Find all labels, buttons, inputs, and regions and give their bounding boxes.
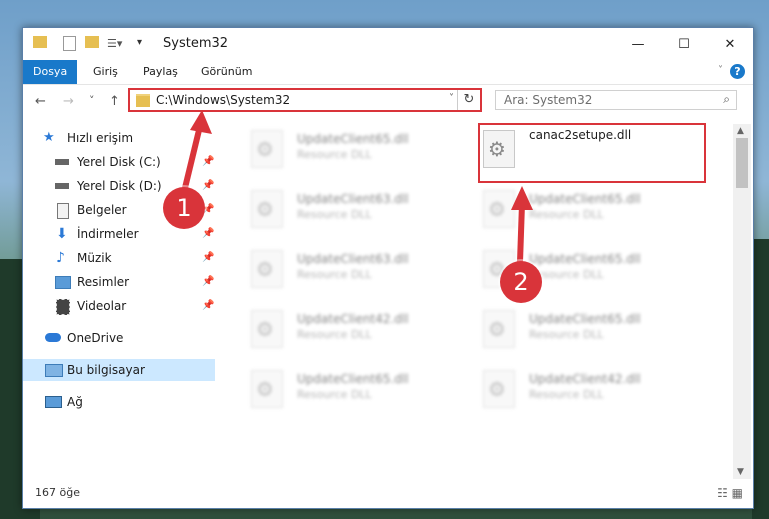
videos-icon [56,299,70,315]
sidebar-item-music[interactable]: ♪ Müzik 📌 [23,247,215,269]
status-bar: 167 öğe ☷ ▦ [23,480,753,506]
pin-icon[interactable]: 📌 [202,175,214,197]
star-icon: ★ [43,130,55,145]
dll-file-icon: ⚙ [483,190,515,228]
scrollbar-thumb[interactable] [736,138,748,188]
title-bar: ☰▾ ▾ System32 — ☐ ✕ [23,28,753,60]
cloud-icon [45,333,61,342]
help-icon[interactable]: ? [730,64,745,79]
documents-icon [57,203,69,219]
file-item[interactable]: ⚙ UpdateClient42.dll Resource DLL [469,366,699,414]
navigation-bar: ← → ˅ ↑ C:\Windows\System32 ˅ ↻ Ara: Sys… [23,85,753,117]
search-icon[interactable]: ⌕ [723,92,730,107]
ribbon-tabs: Dosya Giriş Paylaş Görünüm ˅ ? [23,60,753,85]
new-folder-icon[interactable] [85,36,99,48]
pin-icon[interactable]: 📌 [202,223,214,245]
window-title: System32 [163,36,229,51]
ribbon-expand-icon[interactable]: ˅ [718,65,723,76]
back-icon[interactable]: ← [35,94,46,109]
dll-file-icon: ⚙ [251,250,283,288]
folder-icon[interactable] [33,36,47,48]
dll-file-icon: ⚙ [483,370,515,408]
dll-file-icon: ⚙ [251,310,283,348]
tab-view[interactable]: Görünüm [191,60,262,84]
up-icon[interactable]: ↑ [109,94,120,109]
gear-icon: ⚙ [256,137,274,161]
scroll-down-icon[interactable]: ▼ [737,467,744,477]
properties-icon[interactable] [63,36,76,51]
scroll-up-icon[interactable]: ▲ [737,126,744,136]
item-count: 167 öğe [35,486,80,499]
chevron-down-icon[interactable]: ˅ [449,93,454,104]
address-bar[interactable]: C:\Windows\System32 ˅ ↻ [128,88,482,112]
dll-file-icon: ⚙ [251,130,283,168]
file-item[interactable]: ⚙ UpdateClient63.dll Resource DLL [237,186,467,234]
gear-icon: ⚙ [256,257,274,281]
vertical-scrollbar[interactable]: ▲ ▼ [733,124,751,479]
recent-locations-icon[interactable]: ˅ [89,94,95,107]
gear-icon: ⚙ [256,197,274,221]
explorer-window: ☰▾ ▾ System32 — ☐ ✕ Dosya Giriş Paylaş G… [22,27,754,509]
refresh-icon[interactable]: ↻ [457,90,480,110]
sidebar-item-network[interactable]: Ağ [23,391,215,413]
sidebar-item-pictures[interactable]: Resimler 📌 [23,271,215,293]
computer-icon [45,364,63,377]
network-icon [45,396,62,408]
highlight-file-box [478,123,706,183]
dll-file-icon: ⚙ [251,370,283,408]
dll-file-icon: ⚙ [251,190,283,228]
tab-home[interactable]: Giriş [83,60,128,84]
navigation-pane: ★ Hızlı erişim Yerel Disk (C:) 📌 Yerel D… [23,124,215,474]
dll-file-icon: ⚙ [483,310,515,348]
step-1-marker: 1 [163,187,205,229]
forward-icon[interactable]: → [63,94,74,109]
background-tree-right [752,239,769,519]
tab-file[interactable]: Dosya [23,60,78,84]
gear-icon: ⚙ [488,377,506,401]
file-item[interactable]: ⚙ UpdateClient65.dll Resource DLL [469,186,699,234]
gear-icon: ⚙ [488,197,506,221]
search-placeholder: Ara: System32 [504,93,593,107]
drive-icon [55,183,69,189]
gear-icon: ⚙ [256,377,274,401]
pictures-icon [55,276,71,289]
file-item[interactable]: ⚙ UpdateClient63.dll Resource DLL [237,246,467,294]
pin-icon[interactable]: 📌 [202,247,214,269]
minimize-button[interactable]: — [615,28,661,60]
file-item[interactable]: ⚙ UpdateClient65.dll Resource DLL [237,126,467,174]
sidebar-item-videos[interactable]: Videolar 📌 [23,295,215,317]
close-button[interactable]: ✕ [707,28,753,60]
step-2-marker: 2 [500,261,542,303]
view-options-icon[interactable]: ☰▾ [107,37,122,50]
pin-icon[interactable]: 📌 [202,295,214,317]
file-item[interactable]: ⚙ UpdateClient65.dll Resource DLL [469,306,699,354]
search-input[interactable]: Ara: System32 ⌕ [495,90,737,110]
sidebar-item-this-pc[interactable]: Bu bilgisayar [23,359,215,381]
sidebar-item-local-disk-c[interactable]: Yerel Disk (C:) 📌 [23,151,215,173]
sidebar-item-onedrive[interactable]: OneDrive [23,327,215,349]
download-icon: ⬇ [56,226,68,242]
pin-icon[interactable]: 📌 [202,271,214,293]
sidebar-item-quick-access[interactable]: ★ Hızlı erişim [23,127,215,149]
address-path[interactable]: C:\Windows\System32 [156,93,290,107]
pin-icon[interactable]: 📌 [202,151,214,173]
view-toggle-icons[interactable]: ☷ ▦ [717,486,743,500]
file-item[interactable]: ⚙ UpdateClient42.dll Resource DLL [237,306,467,354]
maximize-button[interactable]: ☐ [661,28,707,60]
gear-icon: ⚙ [256,317,274,341]
gear-icon: ⚙ [488,317,506,341]
music-icon: ♪ [56,250,65,266]
tab-share[interactable]: Paylaş [133,60,188,84]
file-item[interactable]: ⚙ UpdateClient65.dll Resource DLL [237,366,467,414]
customize-toolbar-icon[interactable]: ▾ [137,37,142,48]
folder-icon [136,94,150,107]
drive-icon [55,159,69,165]
